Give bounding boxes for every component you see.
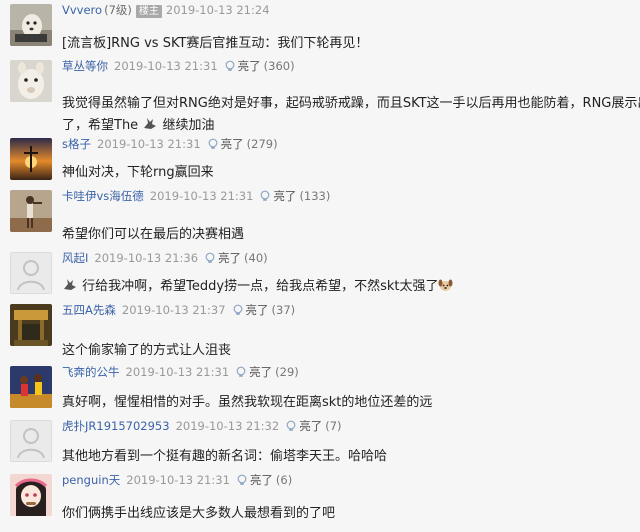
lightbulb-icon — [224, 60, 236, 75]
reply-4-content: 行给我冲啊，希望Teddy捞一点，给我点希望，不然skt太强了 — [62, 276, 634, 300]
reply-3-meta: 卡哇伊vs海伍德 2019-10-13 21:31 亮了 (133) — [62, 189, 330, 205]
reply-4-light-count: (40) — [244, 251, 268, 265]
reply-2-light-count: (279) — [246, 137, 278, 151]
lightbulb-icon — [235, 366, 247, 381]
reply-8-light-button[interactable]: 亮了 — [236, 473, 273, 487]
lightbulb-icon — [204, 252, 216, 267]
reply-3-light-button[interactable]: 亮了 — [259, 189, 296, 203]
reply-5: 五四A先森 2019-10-13 21:37 亮了 (37) 这个偷家输了的方式让人沮… — [0, 300, 640, 364]
reply-8: penguin天 2019-10-13 21:31 亮了 (6) 你们俩携手出线应该是… — [0, 470, 640, 532]
reply-1-light-label: 亮了 — [237, 59, 261, 73]
reply-8-meta: penguin天 2019-10-13 21:31 亮了 (6) — [62, 473, 292, 489]
reply-1-content-text-c: 继续加油 — [162, 118, 215, 133]
reply-1-light-button[interactable]: 亮了 — [224, 59, 261, 73]
reply-5-content: 这个偷家输了的方式让人沮丧 — [62, 343, 232, 358]
avatar-reply-5[interactable] — [10, 304, 52, 346]
reply-7-content: 其他地方看到一个挺有趣的新名词：偷塔李天王。哈哈哈 — [62, 449, 388, 464]
avatar-reply-2[interactable] — [10, 138, 52, 180]
reply-7-light-label: 亮了 — [299, 419, 323, 433]
reply-7: 虎扑JR1915702953 2019-10-13 21:32 亮了 (7) 其他地方… — [0, 416, 640, 470]
reply-5-light-count: (37) — [271, 303, 296, 317]
reply-6-time: 2019-10-13 21:31 — [125, 365, 230, 379]
reply-1-meta: 草丛等你 2019-10-13 21:31 亮了 (360) — [62, 59, 295, 75]
reply-8-content: 你们俩携手出线应该是大多数人最想看到的了吧 — [62, 506, 336, 521]
reply-1-content-line-1: 我觉得虽然输了但对RNG绝对是好事，起码戒骄戒躁，而且SKT这一手以后再用也能防… — [62, 96, 640, 111]
avatar-reply-3[interactable] — [10, 190, 52, 232]
post-op: Vvvero (7级) 楼主 2019-10-13 21:24 [流言板]RNG vs… — [0, 0, 640, 58]
reply-6-light-count: (29) — [275, 365, 299, 379]
reply-7-light-button[interactable]: 亮了 — [285, 419, 322, 433]
reply-1-username[interactable]: 草丛等你 — [62, 59, 108, 73]
reply-3-username[interactable]: 卡哇伊vs海伍德 — [62, 189, 144, 203]
avatar-reply-4[interactable] — [10, 252, 52, 294]
avatar-vvvero[interactable] — [10, 4, 52, 46]
lightbulb-icon — [236, 474, 248, 489]
reply-8-light-label: 亮了 — [249, 473, 273, 487]
reply-1-light-count: (360) — [263, 59, 295, 73]
reply-4-light-label: 亮了 — [218, 251, 242, 265]
op-badge: 楼主 — [135, 5, 162, 18]
reply-7-light-count: (7) — [325, 419, 342, 433]
reply-5-light-label: 亮了 — [245, 303, 269, 317]
reply-6: 飞奔的公牛 2019-10-13 21:31 亮了 (29) 真好啊，惺惺相惜的对手。… — [0, 362, 640, 418]
reply-2-light-label: 亮了 — [220, 137, 244, 151]
reply-4-meta: 风起I 2019-10-13 21:36 亮了 (40) — [62, 251, 268, 267]
reply-4: 风起I 2019-10-13 21:36 亮了 (40) 行给我冲啊，希望Teddy捞… — [0, 248, 640, 302]
reply-1: 草丛等你 2019-10-13 21:31 亮了 (360) 我觉得虽然输了但对RNG… — [0, 56, 640, 136]
op-content: [流言板]RNG vs SKT赛后官推互动：我们下轮再见！ — [62, 36, 369, 51]
reply-7-time: 2019-10-13 21:32 — [175, 419, 280, 433]
avatar-reply-6[interactable] — [10, 366, 52, 408]
reply-3-light-count: (133) — [299, 189, 331, 203]
reply-2-content: 神仙对决，下轮rng赢回来 — [62, 165, 214, 180]
op-level: (7级) — [104, 3, 132, 17]
op-username[interactable]: Vvvero — [62, 3, 102, 17]
reply-2-username[interactable]: s格子 — [62, 137, 91, 151]
reply-1-content-text-b: 了，希望The — [62, 118, 139, 133]
lightbulb-icon — [207, 138, 219, 153]
avatar-reply-8[interactable] — [10, 474, 52, 516]
reply-4-time: 2019-10-13 21:36 — [94, 251, 199, 265]
reply-6-username[interactable]: 飞奔的公牛 — [62, 365, 120, 379]
reply-2: s格子 2019-10-13 21:31 亮了 (279) 神仙对决，下轮rng赢回来 — [0, 134, 640, 188]
reply-5-username[interactable]: 五四A先森 — [62, 303, 116, 317]
reply-8-username[interactable]: penguin天 — [62, 473, 120, 487]
reply-6-light-label: 亮了 — [249, 365, 273, 379]
reply-1-content: 我觉得虽然输了但对RNG绝对是好事，起码戒骄戒躁，而且SKT这一手以后再用也能防… — [62, 93, 640, 139]
lightbulb-icon — [285, 420, 297, 435]
reply-4-username[interactable]: 风起I — [62, 251, 88, 265]
reply-8-light-count: (6) — [275, 473, 293, 487]
avatar-reply-1[interactable] — [10, 60, 52, 102]
reply-2-time: 2019-10-13 21:31 — [97, 137, 201, 151]
reply-3-content: 希望你们可以在最后的决赛相遇 — [62, 227, 245, 242]
op-time: 2019-10-13 21:24 — [165, 3, 270, 17]
reply-5-light-button[interactable]: 亮了 — [232, 303, 269, 317]
reply-7-username[interactable]: 虎扑JR1915702953 — [62, 419, 170, 433]
reply-6-meta: 飞奔的公牛 2019-10-13 21:31 亮了 (29) — [62, 365, 299, 381]
lightbulb-icon — [259, 190, 271, 205]
rabbit-icon — [62, 278, 78, 300]
reply-6-light-button[interactable]: 亮了 — [235, 365, 272, 379]
reply-3-time: 2019-10-13 21:31 — [149, 189, 254, 203]
op-meta: Vvvero (7级) 楼主 2019-10-13 21:24 — [62, 3, 270, 18]
dog-face-emoji — [438, 278, 453, 300]
reply-4-content-text: 行给我冲啊，希望Teddy捞一点，给我点希望，不然skt太强了 — [82, 279, 439, 294]
lightbulb-icon — [232, 304, 244, 319]
reply-2-light-button[interactable]: 亮了 — [207, 137, 244, 151]
reply-2-meta: s格子 2019-10-13 21:31 亮了 (279) — [62, 137, 278, 153]
avatar-reply-7[interactable] — [10, 420, 52, 462]
reply-1-time: 2019-10-13 21:31 — [114, 59, 218, 73]
reply-7-meta: 虎扑JR1915702953 2019-10-13 21:32 亮了 (7) — [62, 419, 342, 435]
reply-4-light-button[interactable]: 亮了 — [204, 251, 241, 265]
reply-5-time: 2019-10-13 21:37 — [121, 303, 226, 317]
reply-6-content: 真好啊，惺惺相惜的对手。虽然我软现在距离skt的地位还差的远 — [62, 395, 433, 410]
reply-5-meta: 五四A先森 2019-10-13 21:37 亮了 (37) — [62, 303, 295, 319]
reply-8-time: 2019-10-13 21:31 — [126, 473, 230, 487]
reply-3-light-label: 亮了 — [273, 189, 297, 203]
reply-3: 卡哇伊vs海伍德 2019-10-13 21:31 亮了 (133) 希望你们可以在最… — [0, 186, 640, 248]
